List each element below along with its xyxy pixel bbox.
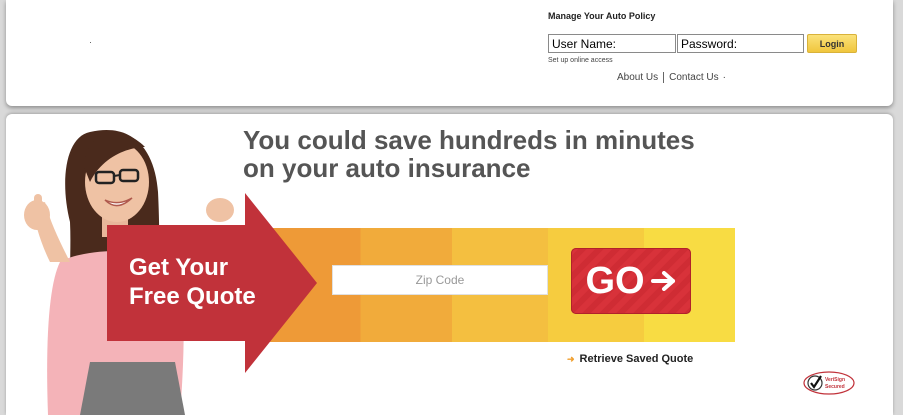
top-nav-links: About Us Contact Us · [617,72,726,83]
arrow-text-line-1: Get Your [129,254,229,281]
go-button[interactable]: GO [571,248,691,314]
go-label: GO [585,259,645,302]
retrieve-saved-quote-link[interactable]: ➜ Retrieve Saved Quote [567,353,693,365]
verisign-seal-icon[interactable]: VeriSign Secured [803,371,855,395]
seal-text-line-2: Secured [825,384,845,390]
seal-text-line-1: VeriSign [825,377,845,383]
password-field[interactable] [677,34,804,53]
retrieve-label: Retrieve Saved Quote [579,353,694,365]
nav-divider [663,72,665,83]
contact-us-link[interactable]: Contact Us [669,72,718,83]
arrow-right-icon: ➜ [567,353,575,364]
about-us-link[interactable]: About Us [617,72,658,83]
headline-line-2: on your auto insurance [243,153,531,183]
header-panel [6,0,893,106]
logo-placeholder [90,42,91,43]
setup-online-access-link[interactable]: Set up online access [548,57,613,64]
free-quote-heading: Get Your Free Quote [129,253,256,311]
hero-headline: You could save hundreds in minutes on yo… [243,126,695,182]
headline-line-1: You could save hundreds in minutes [243,125,695,155]
arrow-text-line-2: Free Quote [129,283,256,310]
username-field[interactable] [548,34,676,53]
zip-code-input[interactable] [332,265,548,295]
arrow-right-icon [650,271,675,291]
manage-policy-title: Manage Your Auto Policy [548,11,656,21]
trailing-dot: · [722,72,726,84]
login-button[interactable]: Login [807,34,857,53]
